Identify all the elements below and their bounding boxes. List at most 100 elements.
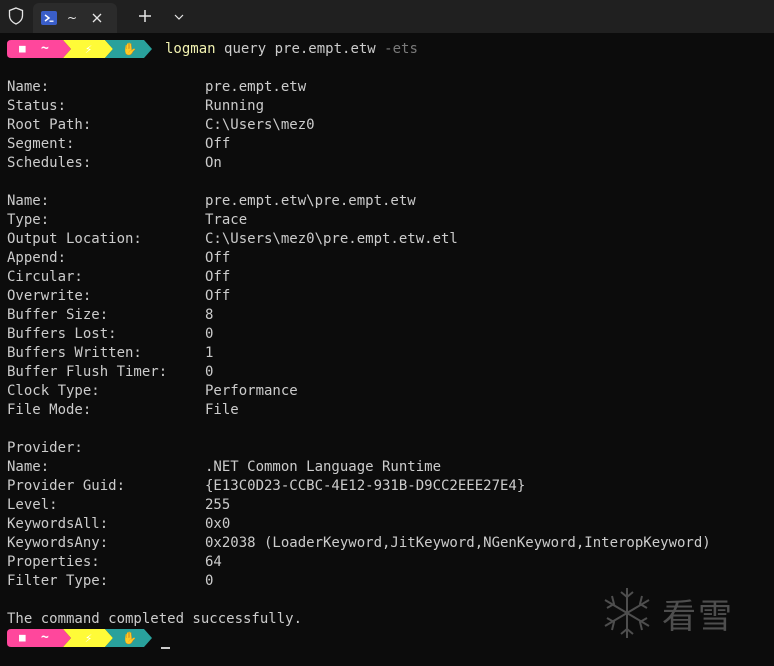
output-row: Provider Guid: {E13C0D23-CCBC-4E12-931B-D… (7, 477, 767, 496)
output-row: Root Path: C:\Users\mez0 (7, 116, 767, 135)
home-glyph: ~ (41, 41, 49, 56)
output-row: Name: pre.empt.etw (7, 78, 767, 97)
output-row: Append: Off (7, 249, 767, 268)
field-value: 0x2038 (LoaderKeyword,JitKeyword,NGenKey… (205, 535, 711, 551)
field-key: Provider Guid: (7, 478, 126, 494)
field-key: Name: (7, 79, 50, 95)
field-key: Properties: (7, 554, 100, 570)
field-value: Performance (205, 383, 298, 399)
field-value: {E13C0D23-CCBC-4E12-931B-D9CC2EEE27E4} (205, 478, 526, 494)
tab-bar: ~ (0, 0, 774, 33)
field-value: On (205, 155, 222, 171)
field-key: Circular: (7, 269, 83, 285)
command-name: logman (165, 41, 216, 57)
shield-icon[interactable] (4, 4, 28, 28)
output-row: Name: pre.empt.etw\pre.empt.etw (7, 192, 767, 211)
field-value: 255 (205, 497, 231, 513)
hand-icon: ✋ (122, 631, 137, 645)
output-row: KeywordsAny: 0x2038 (LoaderKeyword,JitKey… (7, 534, 767, 553)
field-key: Name: (7, 193, 50, 209)
chevron-down-icon[interactable] (170, 8, 188, 26)
field-key: KeywordsAll: (7, 516, 109, 532)
field-key: Buffer Size: (7, 307, 109, 323)
watermark: 看雪 (602, 583, 754, 643)
folder-icon: ■ (19, 631, 26, 644)
output-row: Type: Trace (7, 211, 767, 230)
terminal-output[interactable]: ■ ~ ⚡ ✋ logman query pre.empt.etw -ets N… (0, 33, 774, 666)
folder-icon: ■ (19, 42, 26, 55)
field-value: 1 (205, 345, 214, 361)
field-key: Level: (7, 497, 58, 513)
home-glyph: ~ (41, 630, 49, 645)
output-row: File Mode: File (7, 401, 767, 420)
result-text: The command completed successfully. (7, 611, 303, 627)
field-key: Output Location: (7, 231, 142, 247)
snowflake-icon (604, 588, 650, 638)
field-value: 64 (205, 554, 222, 570)
field-key: Buffers Lost: (7, 326, 117, 342)
field-value: 0x0 (205, 516, 231, 532)
output-row: Circular: Off (7, 268, 767, 287)
field-value: C:\Users\mez0 (205, 117, 315, 133)
hand-icon: ✋ (122, 42, 137, 56)
plus-icon[interactable] (134, 5, 156, 27)
terminal-tab[interactable]: ~ (33, 3, 117, 33)
field-key: Schedules: (7, 155, 92, 171)
bolt-icon: ⚡ (85, 42, 93, 56)
field-key: Buffer Flush Timer: (7, 364, 168, 380)
field-value: 0 (205, 573, 214, 589)
field-key: Buffers Written: (7, 345, 142, 361)
field-key: Overwrite: (7, 288, 92, 304)
text-cursor (161, 647, 170, 649)
command-text: logman query pre.empt.etw -ets (165, 41, 418, 57)
bolt-icon: ⚡ (85, 631, 93, 645)
output-row: Overwrite: Off (7, 287, 767, 306)
field-value: Off (205, 269, 231, 285)
field-key: KeywordsAny: (7, 535, 109, 551)
field-value: Off (205, 136, 231, 152)
section-label: Provider: (7, 440, 83, 456)
prompt-line: ■ ~ ⚡ ✋ (7, 629, 153, 647)
close-icon[interactable] (89, 10, 105, 26)
field-value: 0 (205, 364, 214, 380)
field-key: Type: (7, 212, 50, 228)
output-row: Buffer Flush Timer: 0 (7, 363, 767, 382)
field-key: File Mode: (7, 402, 92, 418)
watermark-text: 看雪 (662, 596, 734, 637)
output-row: Schedules: On (7, 154, 767, 173)
field-key: Clock Type: (7, 383, 100, 399)
field-value: Off (205, 250, 231, 266)
command-flag: -ets (384, 41, 418, 57)
prompt-line: ■ ~ ⚡ ✋ logman query pre.empt.etw -ets (7, 40, 418, 58)
output-row: KeywordsAll: 0x0 (7, 515, 767, 534)
provider-header: Provider: (7, 439, 767, 458)
output-row: Status: Running (7, 97, 767, 116)
command-args: query pre.empt.etw (224, 41, 376, 57)
field-value: 8 (205, 307, 214, 323)
field-key: Segment: (7, 136, 75, 152)
tab-title: ~ (67, 11, 78, 25)
field-key: Status: (7, 98, 67, 114)
powershell-icon (41, 11, 57, 25)
field-value: Off (205, 288, 231, 304)
field-key: Filter Type: (7, 573, 109, 589)
field-value: pre.empt.etw (205, 79, 307, 95)
field-value: Trace (205, 212, 248, 228)
field-key: Append: (7, 250, 67, 266)
field-key: Name: (7, 459, 50, 475)
output-row: Name: .NET Common Language Runtime (7, 458, 767, 477)
output-row: Output Location: C:\Users\mez0\pre.empt.e… (7, 230, 767, 249)
output-row: Buffers Lost: 0 (7, 325, 767, 344)
field-value: pre.empt.etw\pre.empt.etw (205, 193, 416, 209)
output-row: Clock Type: Performance (7, 382, 767, 401)
field-value: 0 (205, 326, 214, 342)
output-row: Buffers Written: 1 (7, 344, 767, 363)
output-row: Segment: Off (7, 135, 767, 154)
output-row: Properties: 64 (7, 553, 767, 572)
field-value: File (205, 402, 239, 418)
output-row: Level: 255 (7, 496, 767, 515)
output-row: Buffer Size: 8 (7, 306, 767, 325)
field-value: C:\Users\mez0\pre.empt.etw.etl (205, 231, 458, 247)
field-value: .NET Common Language Runtime (205, 459, 442, 475)
field-value: Running (205, 98, 265, 114)
